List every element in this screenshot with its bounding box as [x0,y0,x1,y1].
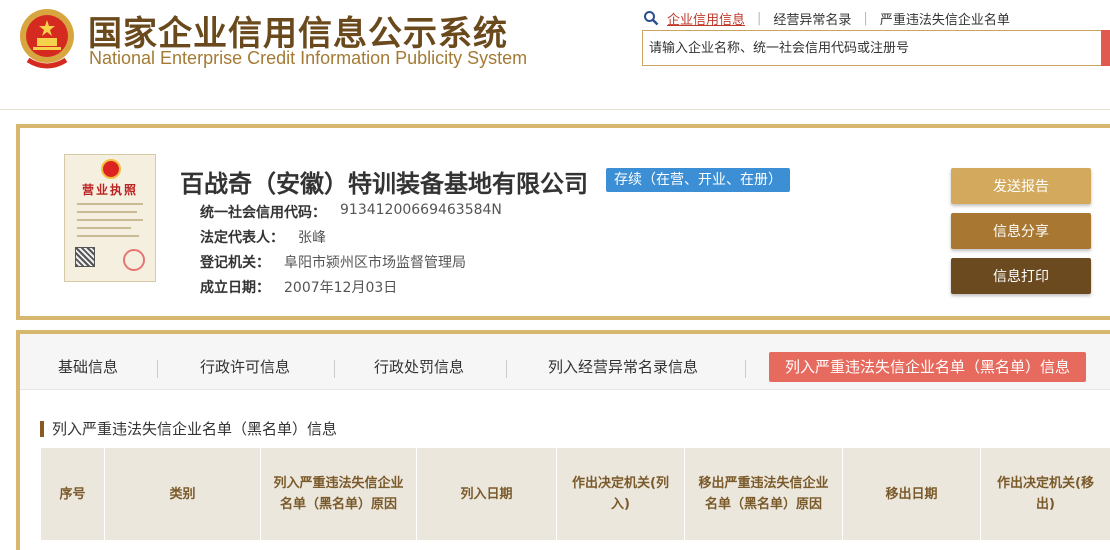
status-badge: 存续（在营、开业、在册） [606,168,790,192]
search-box [642,30,1110,66]
print-info-button[interactable]: 信息打印 [951,258,1091,294]
section-title-text: 列入严重违法失信企业名单（黑名单）信息 [52,420,338,438]
seal-icon [123,249,145,271]
search-button[interactable] [1101,30,1110,66]
info-label: 登记机关： [200,255,270,271]
column-header: 列入严重违法失信企业名单（黑名单）原因 [261,448,417,540]
info-legal-rep: 法定代表人： 张峰 [200,227,326,247]
section-marker [40,420,44,437]
nav-link-abnormal-list[interactable]: 经营异常名录 [773,9,851,28]
license-emblem-icon [101,159,121,179]
business-license-image[interactable]: 营业执照 [64,154,156,282]
info-value: 张峰 [298,230,326,246]
nav-separator: | [757,10,762,26]
tab-admin-penalty[interactable]: 行政处罚信息 [374,352,464,382]
info-credit-code: 统一社会信用代码： 91341200669463584N [200,202,502,222]
search-input[interactable] [643,31,1101,65]
info-label: 法定代表人： [200,230,284,246]
national-emblem-icon [20,9,74,69]
license-title: 营业执照 [81,183,138,197]
send-report-button[interactable]: 发送报告 [951,168,1091,204]
site-subtitle: National Enterprise Credit Information P… [89,48,528,68]
column-header: 移出日期 [843,448,981,540]
info-label: 统一社会信用代码： [200,205,326,221]
column-header: 序号 [41,448,105,540]
site-header: 国家企业信用信息公示系统 National Enterprise Credit … [0,0,1110,110]
column-header: 移出严重违法失信企业名单（黑名单）原因 [685,448,843,540]
column-header: 列入日期 [417,448,557,540]
share-info-button[interactable]: 信息分享 [951,213,1091,249]
tab-blacklist[interactable]: 列入严重违法失信企业名单（黑名单）信息 [769,352,1087,382]
column-header: 作出决定机关(移出) [997,476,1094,512]
blacklist-table-header: 序号 类别 列入严重违法失信企业名单（黑名单）原因 列入日期 作出决定机关(列入… [41,448,1110,540]
search-icon [644,11,659,26]
nav-link-credit-info[interactable]: 企业信用信息 [667,9,745,28]
qr-code-icon [75,247,95,267]
tab-abnormal-list[interactable]: 列入经营异常名录信息 [548,352,698,382]
info-established-date: 成立日期： 2007年12月03日 [200,277,397,297]
column-header: 类别 [105,448,261,540]
section-title: 列入严重违法失信企业名单（黑名单）信息 [40,418,337,439]
nav-separator: | [863,10,868,26]
info-value: 阜阳市颍州区市场监督管理局 [284,255,466,271]
info-value: 2007年12月03日 [284,280,398,296]
tab-bar: 基础信息 行政许可信息 行政处罚信息 列入经营异常名录信息 列入严重违法失信企业… [20,334,1110,390]
tab-admin-license[interactable]: 行政许可信息 [200,352,290,382]
company-card: 营业执照 百战奇（安徽）特训装备基地有限公司 存续（在营、开业、在册） 统一社会… [16,124,1110,320]
info-label: 成立日期： [200,280,270,296]
tab-basic-info[interactable]: 基础信息 [58,352,118,382]
column-header: 作出决定机关(列入) [557,448,685,540]
info-registration-authority: 登记机关： 阜阳市颍州区市场监督管理局 [200,252,466,272]
nav-link-blacklist[interactable]: 严重违法失信企业名单 [880,9,1010,28]
info-value: 91341200669463584N [340,202,502,218]
info-panel: 基础信息 行政许可信息 行政处罚信息 列入经营异常名录信息 列入严重违法失信企业… [16,330,1110,550]
company-name: 百战奇（安徽）特训装备基地有限公司 [180,170,588,198]
top-nav: 企业信用信息 | 经营异常名录 | 严重违法失信企业名单 [643,9,1010,28]
